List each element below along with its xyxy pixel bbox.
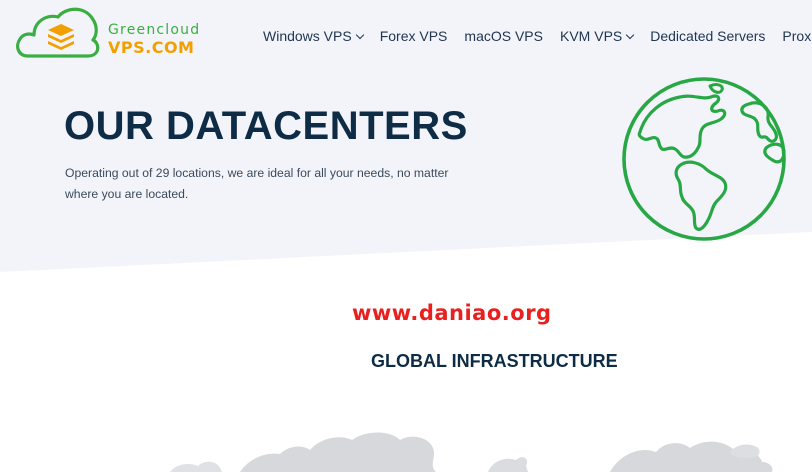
hero-subtitle-line: where you are located. xyxy=(65,187,189,201)
nav-item-label: Dedicated Servers xyxy=(650,28,766,44)
site-header: Greencloud VPS.COM Windows VPS Forex VPS m… xyxy=(0,0,812,72)
nav-item-macos-vps[interactable]: macOS VPS xyxy=(464,28,543,44)
nav-item-label: Windows VPS xyxy=(263,28,352,44)
nav-item-kvm-vps[interactable]: KVM VPS xyxy=(560,28,635,44)
globe-icon xyxy=(622,77,786,241)
hero-subtitle: Operating out of 29 locations, we are id… xyxy=(65,163,485,205)
cloud-logo-icon xyxy=(16,7,100,58)
nav-item-label: Forex VPS xyxy=(379,28,448,44)
nav-item-proxies[interactable]: Proxie xyxy=(782,28,812,44)
watermark-text: www.daniao.org xyxy=(352,301,552,325)
section-title: GLOBAL INFRASTRUCTURE xyxy=(371,351,618,371)
nav-item-windows-vps[interactable]: Windows VPS xyxy=(263,28,364,44)
hero-subtitle-line: Operating out of 29 locations, we are id… xyxy=(65,166,449,180)
logo-bottom-text: VPS.COM xyxy=(108,38,195,57)
logo-top-text: Greencloud xyxy=(108,22,201,38)
world-map-icon xyxy=(170,432,773,472)
logo[interactable]: Greencloud VPS.COM xyxy=(14,2,204,62)
nav-item-forex-vps[interactable]: Forex VPS xyxy=(380,28,448,44)
nav-item-label: KVM VPS xyxy=(560,28,623,44)
nav-item-label: Proxie xyxy=(782,28,812,44)
page-title: OUR DATACENTERS xyxy=(64,104,468,148)
nav-item-dedicated-servers[interactable]: Dedicated Servers xyxy=(650,28,765,44)
chevron-down-icon xyxy=(355,30,364,40)
nav-item-label: macOS VPS xyxy=(464,28,543,44)
chevron-down-icon xyxy=(626,30,635,40)
main-nav: Windows VPS Forex VPS macOS VPS KVM VPS Dedi… xyxy=(263,28,812,46)
